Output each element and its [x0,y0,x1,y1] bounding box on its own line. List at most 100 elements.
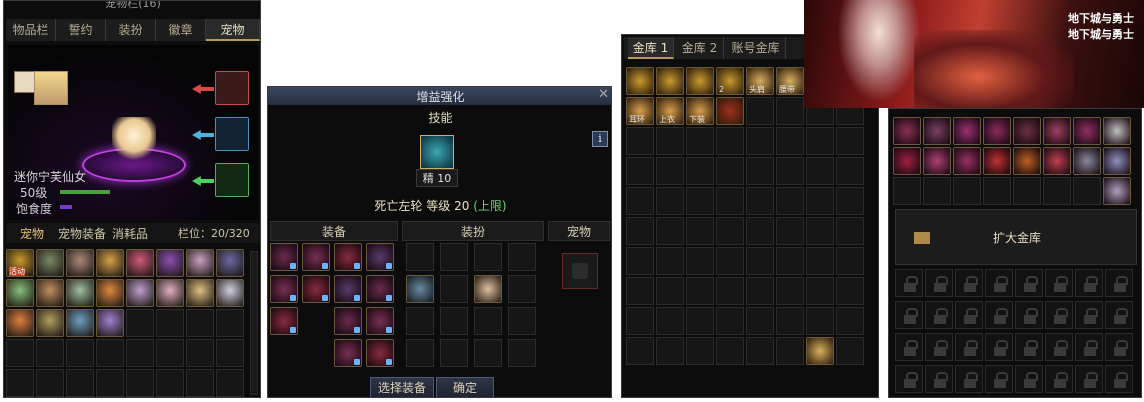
empty-slot[interactable] [626,277,654,305]
account-vault-item[interactable] [1043,117,1071,145]
empty-slot[interactable] [836,307,864,335]
empty-slot[interactable] [716,217,744,245]
empty-slot[interactable] [983,177,1011,205]
account-vault-item[interactable] [953,147,981,175]
empty-slot[interactable] [1043,177,1071,205]
equip-item[interactable] [270,275,298,303]
account-vault-item[interactable] [1073,147,1101,175]
empty-slot[interactable] [893,177,921,205]
empty-slot[interactable] [186,339,214,367]
equip-item[interactable] [366,243,394,271]
empty-slot[interactable] [626,187,654,215]
tab-avatar[interactable]: 装扮 [106,19,156,41]
account-vault-item[interactable] [893,117,921,145]
empty-slot[interactable] [746,277,774,305]
empty-slot[interactable] [836,277,864,305]
empty-slot[interactable] [746,307,774,335]
vault-item[interactable] [716,97,744,125]
account-vault-item[interactable] [1103,117,1131,145]
empty-slot[interactable] [686,127,714,155]
empty-slot[interactable] [716,247,744,275]
confirm-button[interactable]: 确定 [436,377,494,397]
empty-slot[interactable] [686,307,714,335]
account-vault-item[interactable] [923,147,951,175]
tab-pet[interactable]: 宠物 [206,19,260,41]
empty-slot[interactable] [686,277,714,305]
empty-slot[interactable] [836,187,864,215]
pet-item[interactable] [96,249,124,277]
pet-avatar-small[interactable] [14,71,36,93]
pet-item[interactable] [216,249,244,277]
empty-slot[interactable] [1073,177,1101,205]
pet-item[interactable] [186,279,214,307]
empty-slot[interactable] [836,217,864,245]
equip-item[interactable] [334,275,362,303]
empty-slot[interactable] [508,275,536,303]
empty-slot[interactable] [96,369,124,397]
vault-item[interactable] [656,67,684,95]
pet-item[interactable] [186,249,214,277]
empty-slot[interactable] [656,127,684,155]
empty-slot[interactable] [686,217,714,245]
equip-item[interactable] [270,243,298,271]
account-vault-item[interactable] [1013,117,1041,145]
pet-equip-slot-blue[interactable] [215,117,249,151]
empty-slot[interactable] [776,337,804,365]
empty-slot[interactable] [1013,177,1041,205]
account-vault-item[interactable] [1103,147,1131,175]
vault-item[interactable]: 头肩 [746,67,774,95]
empty-slot[interactable] [686,247,714,275]
pet-equip-slot-green[interactable] [215,163,249,197]
account-vault-item[interactable] [983,117,1011,145]
pet-item[interactable] [96,279,124,307]
pet-item[interactable] [36,279,64,307]
empty-slot[interactable] [716,187,744,215]
pet-avatar[interactable] [34,71,68,105]
vault-item[interactable]: 腰带 [776,67,804,95]
empty-slot[interactable] [66,369,94,397]
skill-icon[interactable] [420,135,454,169]
empty-slot[interactable] [656,187,684,215]
empty-slot[interactable] [776,307,804,335]
empty-slot[interactable] [716,277,744,305]
empty-slot[interactable] [656,277,684,305]
pet-scrollbar[interactable] [250,251,258,395]
vault-item[interactable] [626,67,654,95]
empty-slot[interactable] [746,217,774,245]
account-vault-item[interactable] [953,117,981,145]
empty-slot[interactable] [6,339,34,367]
pet-item[interactable] [66,249,94,277]
vault-item[interactable]: 下装 [686,97,714,125]
equip-item[interactable] [334,243,362,271]
empty-slot[interactable] [806,187,834,215]
empty-slot[interactable] [746,247,774,275]
pet-slot-frame[interactable] [562,253,598,289]
equip-item[interactable] [334,339,362,367]
empty-slot[interactable] [776,247,804,275]
empty-slot[interactable] [440,275,468,303]
avatar-item[interactable] [406,275,434,303]
pet-item[interactable]: 活动 [6,249,34,277]
empty-slot[interactable] [440,307,468,335]
empty-slot[interactable] [508,243,536,271]
empty-slot[interactable] [216,339,244,367]
expand-vault-bar[interactable]: 扩大金库 [895,209,1137,265]
vault-item[interactable]: 上衣 [656,97,684,125]
empty-slot[interactable] [156,369,184,397]
pet-item[interactable] [36,249,64,277]
empty-slot[interactable] [776,187,804,215]
empty-slot[interactable] [806,307,834,335]
account-vault-item[interactable] [1013,147,1041,175]
equip-item[interactable] [366,339,394,367]
vault-item[interactable]: 2 [716,67,744,95]
pet-item[interactable] [66,279,94,307]
pet-item[interactable] [126,279,154,307]
tab-vault-1[interactable]: 金库 1 [628,37,674,59]
subtab-pet[interactable]: 宠物 [20,225,44,242]
empty-slot[interactable] [716,127,744,155]
account-vault-item[interactable] [1103,177,1131,205]
empty-slot[interactable] [96,339,124,367]
empty-slot[interactable] [746,97,774,125]
pet-item[interactable] [66,309,94,337]
select-equip-button[interactable]: 选择装备 [370,377,434,397]
